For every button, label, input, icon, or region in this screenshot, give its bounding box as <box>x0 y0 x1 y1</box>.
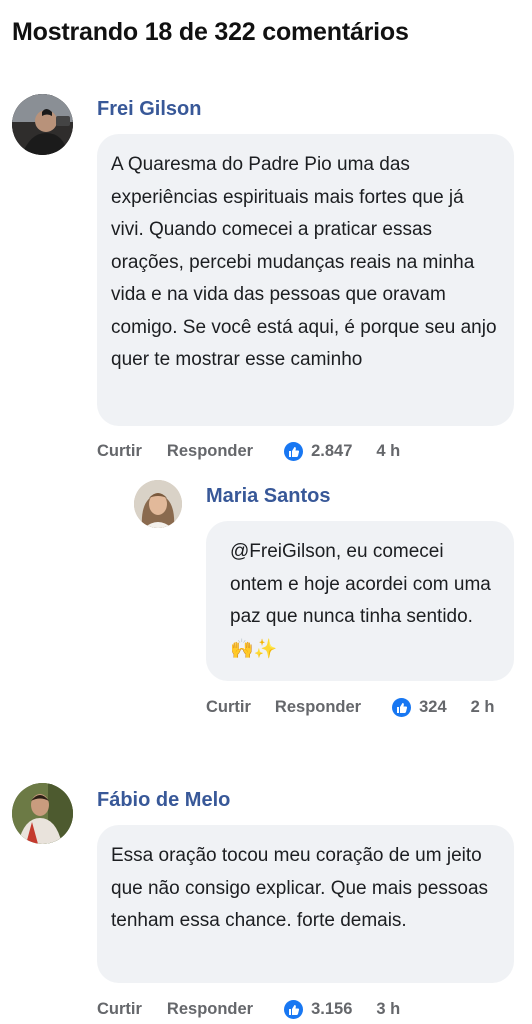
comment-bubble: @FreiGilson, eu comecei ontem e hoje aco… <box>206 521 514 681</box>
reaction-count[interactable]: 324 <box>419 698 447 717</box>
comment-actions: Curtir Responder 2.847 4 h <box>97 442 400 461</box>
avatar-photo-icon <box>12 94 73 155</box>
avatar-photo-icon <box>12 783 73 844</box>
reaction-count[interactable]: 3.156 <box>311 1000 352 1019</box>
thumbs-up-icon <box>284 442 304 461</box>
comment-time[interactable]: 4 h <box>376 442 400 461</box>
comments-count-title: Mostrando 18 de 322 comentários <box>12 18 409 46</box>
comment-author[interactable]: Maria Santos <box>206 485 330 508</box>
comment-time[interactable]: 3 h <box>376 1000 400 1019</box>
comment-actions: Curtir Responder 3.156 3 h <box>97 1000 400 1019</box>
avatar[interactable] <box>12 783 73 844</box>
comment-bubble: A Quaresma do Padre Pio uma das experiên… <box>97 134 514 426</box>
comment-author[interactable]: Frei Gilson <box>97 98 201 121</box>
reply-button[interactable]: Responder <box>275 698 361 717</box>
comment-bubble: Essa oração tocou meu coração de um jeit… <box>97 825 514 983</box>
like-button[interactable]: Curtir <box>97 1000 142 1019</box>
comment-text: Essa oração tocou meu coração de um jeit… <box>111 845 489 931</box>
avatar-photo-icon <box>134 480 182 528</box>
comment-time[interactable]: 2 h <box>471 698 495 717</box>
comment-text: @FreiGilson, eu comecei ontem e hoje aco… <box>230 541 491 660</box>
like-button[interactable]: Curtir <box>206 698 251 717</box>
avatar[interactable] <box>12 94 73 155</box>
thumbs-up-icon <box>392 698 412 717</box>
avatar[interactable] <box>134 480 182 528</box>
comment-author[interactable]: Fábio de Melo <box>97 789 230 812</box>
like-button[interactable]: Curtir <box>97 442 142 461</box>
reply-button[interactable]: Responder <box>167 442 253 461</box>
reply-button[interactable]: Responder <box>167 1000 253 1019</box>
reaction-count[interactable]: 2.847 <box>311 442 352 461</box>
comment-text: A Quaresma do Padre Pio uma das experiên… <box>111 154 497 370</box>
comment-actions: Curtir Responder 324 2 h <box>206 698 494 717</box>
thumbs-up-icon <box>284 1000 304 1019</box>
